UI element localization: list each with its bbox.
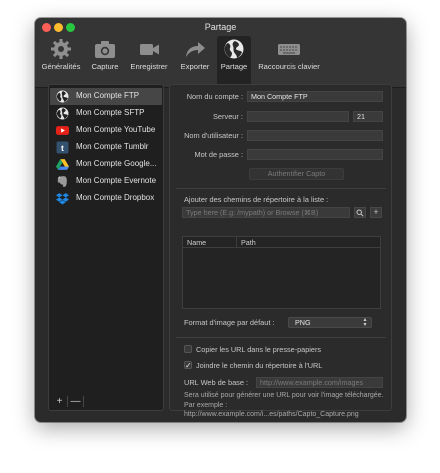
- sidebar-item-label: Mon Compte FTP: [76, 91, 140, 100]
- search-icon: [356, 209, 364, 217]
- server-field[interactable]: [247, 111, 349, 122]
- tab-raccourcis-clavier[interactable]: Raccourcis clavier: [255, 36, 323, 86]
- copy-url-checkbox[interactable]: [184, 345, 192, 353]
- sidebar-buttons: + —: [52, 396, 84, 407]
- authenticate-button[interactable]: Authentifier Capto: [249, 168, 344, 180]
- title-bar: Partage Généralités Capture Enregistrer …: [35, 18, 406, 88]
- sidebar-item-ftp[interactable]: Mon Compte FTP: [50, 88, 162, 105]
- add-path-button[interactable]: +: [370, 207, 382, 218]
- tumblr-icon: t: [56, 141, 69, 154]
- globe-icon: [224, 39, 244, 59]
- window-title: Partage: [204, 22, 237, 32]
- sidebar-item-label: Mon Compte YouTube: [76, 125, 156, 134]
- column-header-path[interactable]: Path: [237, 237, 380, 248]
- base-url-field[interactable]: http://www.example.com/images: [256, 377, 383, 388]
- sidebar-item-label: Mon Compte Dropbox: [76, 193, 155, 202]
- tab-label: Capture: [91, 62, 119, 71]
- tab-label: Généralités: [41, 62, 81, 71]
- sidebar-item-label: Mon Compte Tumblr: [76, 142, 149, 151]
- sidebar-item-label: Mon Compte Evernote: [76, 176, 157, 185]
- account-name-field[interactable]: Mon Compte FTP: [247, 91, 383, 102]
- username-label: Nom d'utilisateur :: [184, 131, 243, 140]
- tab-enregistrer[interactable]: Enregistrer: [127, 36, 171, 86]
- account-name-label: Nom du compte :: [186, 92, 243, 101]
- google-drive-icon: [56, 159, 69, 170]
- chevron-up-down-icon: ▴ ▾: [363, 317, 367, 328]
- tab-label: Partage: [220, 62, 248, 71]
- browse-button[interactable]: [354, 207, 366, 218]
- tab-label: Enregistrer: [130, 62, 168, 71]
- paths-label: Ajouter des chemins de répertoire à la l…: [184, 195, 329, 204]
- server-label: Serveur :: [213, 112, 243, 121]
- add-account-button[interactable]: +: [52, 396, 68, 407]
- account-settings-panel: Nom du compte : Mon Compte FTP Serveur :…: [169, 84, 392, 418]
- port-field[interactable]: 21: [353, 111, 383, 122]
- password-label: Mot de passe :: [194, 150, 243, 159]
- password-field[interactable]: [247, 149, 383, 160]
- sidebar-item-label: Mon Compte SFTP: [76, 108, 145, 117]
- base-url-label: URL Web de base :: [184, 378, 249, 387]
- image-format-select[interactable]: PNG ▴ ▾: [288, 317, 372, 328]
- divider: [176, 337, 386, 338]
- gear-icon: [51, 39, 71, 59]
- checkmark-icon: ✓: [185, 361, 192, 370]
- copy-url-label: Copier les URL dans le presse-papiers: [196, 345, 322, 354]
- tab-exporter[interactable]: Exporter: [175, 36, 215, 86]
- video-camera-icon: [140, 44, 159, 55]
- help-text: Sera utilisé pour générer une URL pour v…: [184, 392, 384, 409]
- sidebar-item-evernote[interactable]: Mon Compte Evernote: [50, 173, 162, 190]
- tab-capture[interactable]: Capture: [87, 36, 123, 86]
- username-field[interactable]: [247, 130, 383, 141]
- keyboard-icon: [278, 44, 300, 55]
- column-header-name[interactable]: Name: [183, 237, 237, 248]
- svg-text:t: t: [61, 143, 64, 153]
- image-format-label: Format d'image par défaut :: [184, 318, 275, 327]
- remove-account-button[interactable]: —: [68, 396, 84, 407]
- camera-icon: [95, 41, 115, 58]
- paths-table: Name Path: [182, 236, 381, 309]
- path-input[interactable]: Type here (E.g: /mypath) or Browse (⌘B): [182, 207, 350, 218]
- divider: [176, 188, 386, 189]
- join-path-checkbox[interactable]: ✓: [184, 361, 192, 370]
- join-path-label: Joindre le chemin du répertoire à l'URL: [196, 361, 323, 370]
- tab-label: Raccourcis clavier: [258, 62, 320, 71]
- youtube-icon: [56, 126, 69, 135]
- tab-partage[interactable]: Partage: [217, 36, 251, 86]
- plus-icon: +: [373, 207, 379, 217]
- globe-icon: [56, 90, 69, 103]
- help-example: http://www.example.com/i...es/paths/Capt…: [184, 411, 359, 418]
- sidebar-item-dropbox[interactable]: Mon Compte Dropbox: [50, 190, 162, 207]
- globe-icon: [56, 107, 69, 120]
- preferences-window: Partage Généralités Capture Enregistrer …: [35, 18, 406, 422]
- tab-label: Exporter: [180, 62, 210, 71]
- evernote-icon: [57, 176, 67, 187]
- image-format-value: PNG: [295, 318, 311, 327]
- share-arrow-icon: [186, 42, 205, 57]
- accounts-sidebar: Mon Compte FTP Mon Compte SFTP Mon Compt…: [48, 84, 164, 411]
- sidebar-item-sftp[interactable]: Mon Compte SFTP: [50, 105, 162, 122]
- tab-generalites[interactable]: Généralités: [39, 36, 83, 86]
- dropbox-icon: [56, 193, 69, 205]
- sidebar-item-tumblr[interactable]: t Mon Compte Tumblr: [50, 139, 162, 156]
- sidebar-item-google[interactable]: Mon Compte Google...: [50, 156, 162, 173]
- sidebar-item-youtube[interactable]: Mon Compte YouTube: [50, 122, 162, 139]
- sidebar-item-label: Mon Compte Google...: [76, 159, 157, 168]
